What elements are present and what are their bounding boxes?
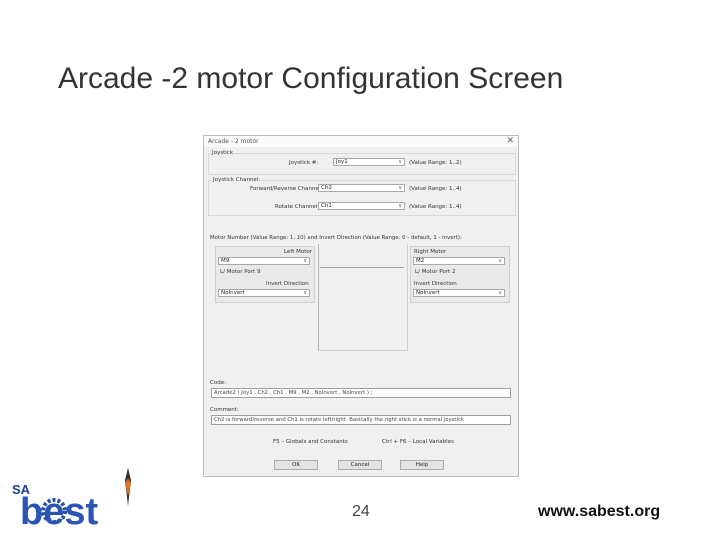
forward-channel-label: Forward/Reverse Channel:: [250, 186, 323, 192]
rotate-range-label: (Value Range: 1..4): [409, 204, 462, 210]
right-motor-port-label: L/ Motor Port 2: [415, 269, 456, 275]
right-invert-select[interactable]: NoInvert ∨: [413, 289, 505, 297]
chevron-down-icon: ∨: [303, 258, 307, 264]
chevron-down-icon: ∨: [498, 258, 502, 264]
comment-field[interactable]: Ch2 is forward/reverse and Ch1 is rotate…: [211, 415, 511, 425]
left-invert-select[interactable]: NoInvert ∨: [218, 289, 310, 297]
right-motor-label: Right Motor: [414, 249, 447, 255]
left-invert-value: NoInvert: [221, 290, 245, 296]
joystick-number-select[interactable]: Joy1 ∨: [333, 158, 405, 166]
joystick-range-label: (Value Range: 1..2): [409, 160, 462, 166]
motor-group-label: Motor Number (Value Range: 1..10) and In…: [210, 235, 462, 241]
close-icon[interactable]: ✕: [506, 136, 514, 146]
left-motor-select[interactable]: M9 ∨: [218, 257, 310, 265]
website-url[interactable]: www.sabest.org: [538, 503, 660, 521]
left-motor-label: Left Motor: [284, 249, 312, 255]
left-invert-label: Invert Direction: [266, 281, 309, 287]
chevron-down-icon: ∨: [398, 159, 402, 165]
motor-diagram-divider: [320, 267, 404, 268]
dialog-titlebar: Arcade - 2 motor ✕: [204, 136, 518, 147]
forward-range-label: (Value Range: 1..4): [409, 186, 462, 192]
rotate-channel-label: Rotate Channel:: [275, 204, 320, 210]
joystick-number-value: Joy1: [336, 159, 348, 165]
locals-hint: Ctrl + F6 – Local Variables: [382, 439, 454, 445]
joystick-group-label: Joystick: [211, 150, 235, 156]
sabest-logo: SA best: [10, 466, 145, 533]
ok-button[interactable]: OK: [274, 460, 318, 470]
rotate-channel-select[interactable]: Ch1 ∨: [318, 202, 405, 210]
rotate-channel-value: Ch1: [321, 203, 332, 209]
comment-label: Comment:: [210, 407, 239, 413]
channel-group-label: Joystick Channel:: [212, 177, 262, 183]
right-motor-value: M2: [416, 258, 425, 264]
forward-channel-value: Ch2: [321, 185, 332, 191]
globals-hint: F5 – Globals and Constants: [273, 439, 348, 445]
sabest-logo-graphic: SA best: [12, 468, 131, 533]
chevron-down-icon: ∨: [398, 185, 402, 191]
chevron-down-icon: ∨: [303, 290, 307, 296]
forward-channel-select[interactable]: Ch2 ∨: [318, 184, 405, 192]
code-field[interactable]: Arcade2 ( Joy1 , Ch2 , Ch1 , M9 , M2 , N…: [211, 388, 511, 398]
arcade-dialog: Arcade - 2 motor ✕ Joystick Joystick #: …: [203, 135, 519, 477]
logo-best-text: best: [20, 491, 98, 532]
motor-diagram-panel: [318, 244, 408, 351]
left-motor-port-label: L/ Motor Port 9: [220, 269, 261, 275]
help-button[interactable]: Help: [400, 460, 444, 470]
chevron-down-icon: ∨: [398, 203, 402, 209]
right-motor-select[interactable]: M2 ∨: [413, 257, 505, 265]
code-label: Code:: [210, 380, 226, 386]
page-number: 24: [352, 503, 370, 520]
comment-value: Ch2 is forward/reverse and Ch1 is rotate…: [214, 417, 464, 423]
right-invert-value: NoInvert: [416, 290, 440, 296]
dialog-title: Arcade - 2 motor: [208, 138, 259, 145]
joystick-number-label: Joystick #:: [289, 160, 319, 166]
chevron-down-icon: ∨: [498, 290, 502, 296]
code-value: Arcade2 ( Joy1 , Ch2 , Ch1 , M9 , M2 , N…: [214, 390, 373, 396]
left-motor-value: M9: [221, 258, 230, 264]
cancel-button[interactable]: Cancel: [338, 460, 382, 470]
right-invert-label: Invert Direction: [414, 281, 457, 287]
slide-title: Arcade -2 motor Configuration Screen: [58, 62, 564, 95]
